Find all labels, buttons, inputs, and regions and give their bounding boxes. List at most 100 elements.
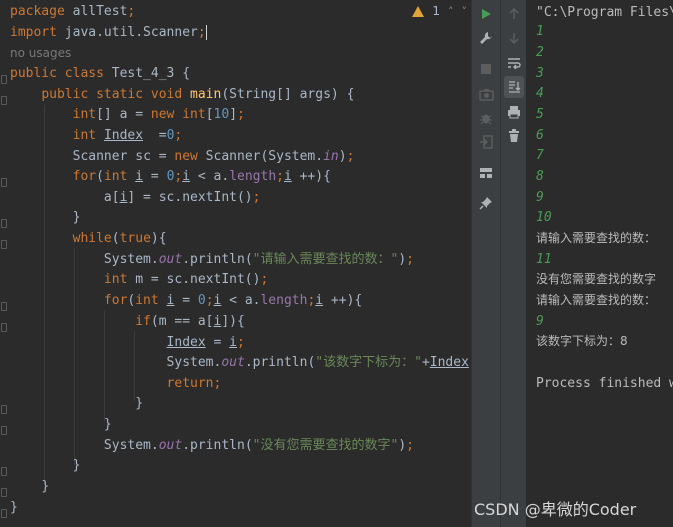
console-input-line: 1 (536, 24, 544, 39)
fold-marker[interactable] (1, 302, 7, 311)
code-text: m = sc.nextInt() (127, 272, 261, 287)
semicolon: ; (406, 438, 414, 453)
scroll-to-end-icon[interactable] (504, 76, 524, 98)
closing-brace: } (103, 417, 112, 432)
code-line: while(true){ (10, 228, 167, 249)
loop-variable: i (315, 293, 324, 308)
code-text: ( (111, 231, 120, 246)
print-icon[interactable] (501, 101, 526, 123)
inspection-widget[interactable]: 1 ˄ ˅ (412, 4, 467, 18)
code-text: = (174, 293, 198, 308)
keyword: import (10, 25, 57, 40)
console-output-line: 请输入需要查找的数： (536, 231, 657, 245)
code-text: System. (103, 252, 159, 267)
code-line: a[i] = sc.nextInt(); (10, 187, 261, 208)
fold-marker[interactable] (1, 240, 7, 249)
field-name: length (260, 293, 308, 308)
loop-variable: i (135, 169, 144, 184)
code-line: public static void main(String[] args) { (10, 84, 354, 105)
string-literal: "没有您需要查找的数字" (252, 438, 399, 453)
code-text: ( (96, 169, 104, 184)
fold-marker[interactable] (1, 467, 7, 476)
fold-marker[interactable] (1, 323, 7, 332)
fold-marker[interactable] (1, 178, 7, 187)
string-literal: "请输入需要查找的数：" (252, 252, 399, 267)
semicolon: ; (205, 293, 214, 308)
code-line: System.out.println("请输入需要查找的数："); (10, 249, 414, 270)
console-input-line: 6 (536, 128, 544, 143)
stop-icon[interactable] (472, 58, 500, 80)
code-line: for(int i = 0;i < a.length;i ++){ (10, 290, 362, 311)
fold-marker[interactable] (1, 488, 7, 497)
keyword: new int (150, 107, 206, 122)
next-highlight-icon[interactable]: ˅ (462, 5, 468, 18)
keyword: public class (10, 66, 104, 81)
trash-icon[interactable] (501, 125, 526, 147)
static-field: out (158, 252, 183, 267)
code-text: (m == a[ (150, 314, 214, 329)
code-text: = (143, 169, 167, 184)
code-line: } (10, 497, 18, 518)
code-editor[interactable]: 1 ˄ ˅ package allTest; import java.util.… (0, 0, 471, 527)
closing-brace: } (72, 210, 81, 225)
fold-marker[interactable] (1, 405, 7, 414)
run-icon[interactable] (472, 3, 500, 25)
keyword: int (72, 107, 97, 122)
variable-name: Index (429, 355, 469, 370)
variable-name: Index (166, 335, 206, 350)
soft-wrap-icon[interactable] (501, 52, 526, 74)
keyword: for (103, 293, 128, 308)
field-name: length (229, 169, 277, 184)
code-text: Scanner sc = (72, 149, 175, 164)
code-text: .println( (182, 438, 253, 453)
code-text: ] = sc.nextInt() (127, 190, 253, 205)
code-line: int[] a = new int[10]; (10, 104, 245, 125)
previous-highlight-icon[interactable]: ˄ (448, 5, 454, 18)
camera-icon[interactable] (472, 83, 500, 105)
down-arrow-icon[interactable] (501, 27, 526, 49)
code-text: = (143, 128, 167, 143)
usages-hint[interactable]: no usages (10, 46, 71, 60)
code-text: ++){ (291, 169, 331, 184)
method-name: main (182, 87, 222, 102)
exit-icon[interactable] (472, 131, 500, 153)
loop-variable: i (283, 169, 292, 184)
fold-marker[interactable] (1, 509, 7, 518)
closing-brace: } (41, 479, 50, 494)
static-field: out (221, 355, 245, 370)
code-line: } (10, 476, 49, 497)
fold-marker[interactable] (1, 96, 7, 105)
code-text: java.util.Scanner (56, 25, 198, 40)
semicolon: ; (197, 25, 206, 40)
code-line: System.out.println("没有您需要查找的数字"); (10, 435, 414, 456)
fold-marker[interactable] (1, 219, 7, 228)
keyword: for (72, 169, 97, 184)
console-output[interactable]: "C:\Program Files\ 1 2 3 4 5 6 7 8 9 10 … (526, 0, 673, 527)
code-hint-line: no usages (10, 43, 71, 64)
loop-variable: i (229, 335, 237, 350)
console-exit-line: Process finished wi (536, 376, 673, 391)
pin-icon[interactable] (472, 192, 500, 214)
console-output-line: 请输入需要查找的数： (536, 293, 657, 307)
console-input-line: 2 (536, 45, 544, 60)
wrench-icon[interactable] (472, 27, 500, 49)
keyword: int (103, 169, 128, 184)
console-command: "C:\Program Files\ (536, 5, 673, 20)
console-output-line: 该数字下标为：8 (536, 334, 628, 348)
fold-marker[interactable] (1, 426, 7, 435)
code-text: ) (338, 149, 347, 164)
semicolon: ; (237, 107, 245, 122)
fold-marker[interactable] (1, 75, 7, 84)
code-text: ) (398, 252, 407, 267)
layout-icon[interactable] (472, 162, 500, 184)
code-text: .println( (244, 355, 316, 370)
variable-name: Index (103, 128, 144, 143)
debug-icon[interactable] (472, 107, 500, 129)
code-text: System. (103, 438, 159, 453)
code-text: Scanner(System. (197, 149, 324, 164)
up-arrow-icon[interactable] (501, 3, 526, 25)
static-field: in (323, 149, 339, 164)
console-toolbar (500, 0, 526, 527)
semicolon: ; (346, 149, 355, 164)
warning-icon[interactable] (412, 5, 425, 17)
